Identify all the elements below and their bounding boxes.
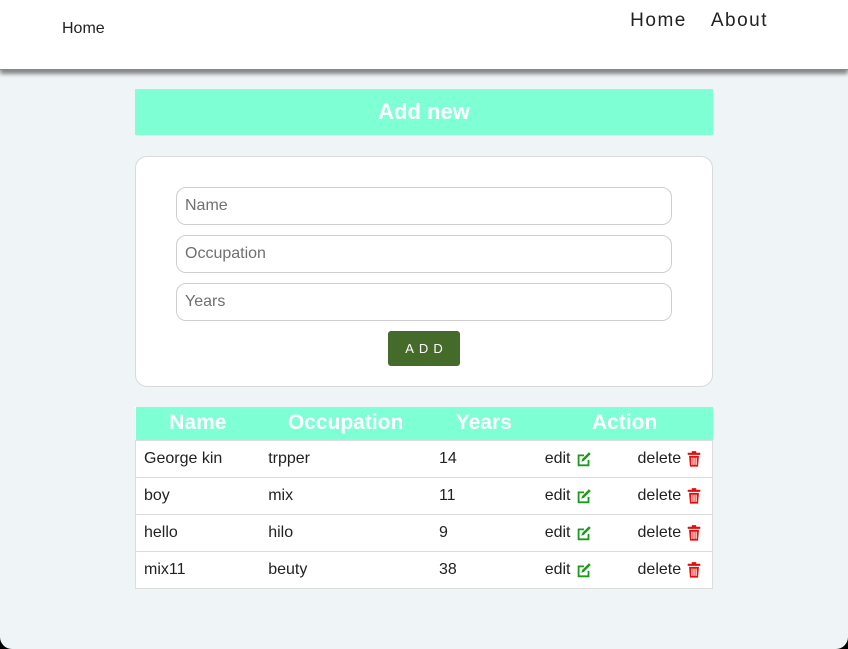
trash-icon bbox=[687, 487, 701, 504]
delete-label: delete bbox=[637, 486, 682, 504]
edit-label: edit bbox=[544, 560, 571, 578]
edit-button[interactable]: edit bbox=[545, 524, 593, 542]
table-row: hello hilo 9 edit delete bbox=[135, 513, 713, 551]
add-button[interactable]: ADD bbox=[388, 331, 460, 366]
edit-button[interactable]: edit bbox=[545, 561, 593, 579]
nav-links: Home About bbox=[630, 10, 768, 32]
cell-delete: delete bbox=[629, 513, 713, 551]
years-input[interactable] bbox=[176, 283, 672, 321]
table-row: boy mix 11 edit delete bbox=[135, 476, 713, 514]
navbar: Home Home About bbox=[0, 0, 848, 70]
app-page: Home Home About Add new ADD Name Occupat… bbox=[0, 0, 848, 649]
header-occupation: Occupation bbox=[260, 407, 431, 440]
cell-years: 9 bbox=[430, 513, 537, 551]
cell-edit: edit bbox=[536, 476, 630, 514]
edit-button[interactable]: edit bbox=[545, 450, 593, 468]
edit-label: edit bbox=[544, 449, 571, 467]
delete-label: delete bbox=[637, 449, 682, 467]
trash-icon bbox=[687, 450, 701, 467]
cell-years: 14 bbox=[430, 439, 537, 477]
delete-label: delete bbox=[637, 560, 682, 578]
cell-occupation: beuty bbox=[260, 550, 431, 589]
add-form: ADD bbox=[135, 156, 713, 387]
cell-name: mix11 bbox=[135, 550, 261, 589]
people-table: Name Occupation Years Action George kin … bbox=[135, 407, 713, 589]
nav-link-about[interactable]: About bbox=[711, 10, 768, 32]
nav-link-home[interactable]: Home bbox=[630, 10, 687, 32]
brand-home-link[interactable]: Home bbox=[62, 20, 105, 38]
cell-delete: delete bbox=[629, 476, 713, 514]
cell-name: hello bbox=[135, 513, 261, 551]
edit-icon bbox=[577, 525, 591, 540]
cell-occupation: trpper bbox=[260, 439, 431, 477]
edit-label: edit bbox=[544, 486, 571, 504]
cell-delete: delete bbox=[629, 550, 713, 589]
header-years: Years bbox=[430, 407, 537, 440]
table-row: mix11 beuty 38 edit delete bbox=[135, 550, 713, 589]
cell-name: George kin bbox=[135, 439, 261, 477]
cell-years: 11 bbox=[430, 476, 537, 514]
edit-icon bbox=[577, 488, 591, 503]
cell-occupation: hilo bbox=[260, 513, 431, 551]
occupation-input[interactable] bbox=[176, 235, 672, 273]
cell-years: 38 bbox=[430, 550, 537, 589]
cell-edit: edit bbox=[536, 550, 630, 589]
cell-name: boy bbox=[135, 476, 261, 514]
edit-label: edit bbox=[544, 523, 571, 541]
delete-label: delete bbox=[637, 523, 682, 541]
delete-button[interactable]: delete bbox=[638, 524, 704, 542]
delete-button[interactable]: delete bbox=[638, 450, 704, 468]
cell-edit: edit bbox=[536, 513, 630, 551]
cell-occupation: mix bbox=[260, 476, 431, 514]
cell-delete: delete bbox=[629, 439, 713, 477]
edit-button[interactable]: edit bbox=[545, 487, 593, 505]
cell-edit: edit bbox=[536, 439, 630, 477]
table-header-row: Name Occupation Years Action bbox=[135, 407, 713, 440]
trash-icon bbox=[687, 561, 701, 578]
delete-button[interactable]: delete bbox=[638, 561, 704, 579]
table-row: George kin trpper 14 edit delete bbox=[135, 439, 713, 477]
banner-title: Add new bbox=[378, 99, 470, 124]
header-name: Name bbox=[135, 407, 261, 440]
delete-button[interactable]: delete bbox=[638, 487, 704, 505]
edit-icon bbox=[577, 451, 591, 466]
header-action: Action bbox=[536, 407, 713, 440]
trash-icon bbox=[687, 524, 701, 541]
add-new-banner: Add new bbox=[135, 89, 713, 135]
name-input[interactable] bbox=[176, 187, 672, 225]
table-body: George kin trpper 14 edit delete boy mix… bbox=[135, 439, 713, 589]
edit-icon bbox=[577, 562, 591, 577]
